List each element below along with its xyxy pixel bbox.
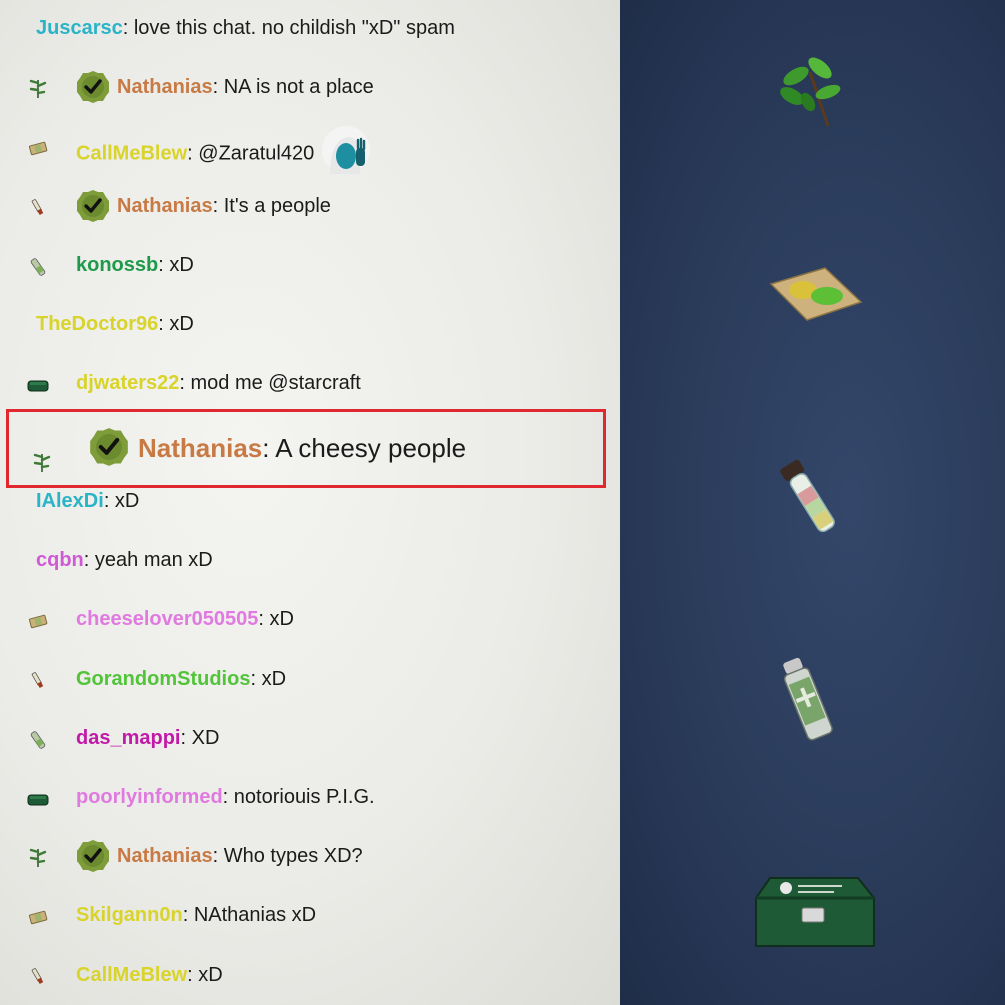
- chat-text: : It's a people: [212, 194, 331, 217]
- chat-username[interactable]: konossb: [76, 254, 158, 276]
- chat-text: : xD: [158, 253, 194, 276]
- chat-message: cheeselover050505: xD: [0, 599, 620, 639]
- syringe-icon: [26, 194, 50, 218]
- chat-username[interactable]: Nathanias: [117, 195, 213, 217]
- vial-icon: [26, 253, 50, 277]
- chat-message: Juscarsc: love this chat. no childish "x…: [0, 8, 620, 48]
- medkit-icon: [26, 371, 50, 395]
- chat-username[interactable]: cqbn: [36, 549, 84, 571]
- chat-panel: Juscarsc: love this chat. no childish "x…: [0, 0, 620, 1005]
- chat-text: : xD: [258, 608, 294, 631]
- vial-icon: [26, 726, 50, 750]
- chat-text: : love this chat. no childish "xD" spam: [122, 17, 455, 39]
- chat-message: das_mappi: XD: [0, 718, 620, 758]
- chat-message: CallMeBlew: @Zaratul420: [0, 126, 620, 175]
- chat-message: poorlyinformed: notoriouis P.I.G.: [0, 777, 620, 817]
- chat-username[interactable]: Nathanias: [117, 845, 213, 867]
- chat-text: : notoriouis P.I.G.: [222, 786, 375, 808]
- bandage-icon: [26, 134, 50, 158]
- chat-username[interactable]: CallMeBlew: [76, 964, 187, 986]
- verified-badge-icon: [89, 427, 129, 467]
- chat-message: Nathanias: NA is not a place: [0, 67, 620, 107]
- bandage-icon: [26, 903, 50, 927]
- herb-icon: [26, 844, 50, 868]
- chat-username[interactable]: djwaters22: [76, 372, 179, 394]
- herb-item[interactable]: [770, 52, 850, 132]
- medkit-item[interactable]: [750, 868, 880, 958]
- chat-text: : NAthanias xD: [182, 904, 317, 927]
- bandage-item[interactable]: [765, 262, 865, 326]
- chat-text: : xD: [250, 667, 287, 690]
- chat-message: CallMeBlew: xD: [0, 955, 620, 995]
- herb-icon: [26, 75, 50, 99]
- chat-message: cqbn: yeah man xD: [0, 540, 620, 580]
- chat-text: : A cheesy people: [262, 433, 467, 463]
- chat-text: : yeah man xD: [83, 549, 213, 572]
- syringe-icon: [26, 667, 50, 691]
- chat-username[interactable]: cheeselover050505: [76, 608, 258, 630]
- chat-text: : @Zaratul420: [187, 142, 315, 165]
- chat-message: konossb: xD: [0, 245, 620, 285]
- verified-badge-icon: [76, 839, 110, 873]
- spray-item[interactable]: [770, 650, 850, 750]
- chat-username[interactable]: GorandomStudios: [76, 668, 250, 690]
- chat-message-highlighted: Nathanias: A cheesy people: [0, 418, 620, 478]
- chat-message: Nathanias: Who types XD?: [0, 836, 620, 876]
- vial-item[interactable]: [770, 452, 850, 542]
- medkit-icon: [26, 785, 50, 809]
- chat-username[interactable]: Nathanias: [117, 76, 213, 98]
- chat-username[interactable]: TheDoctor96: [36, 313, 158, 335]
- facepalm-emote: [320, 124, 376, 180]
- chat-message: Skilgann0n: NAthanias xD: [0, 895, 620, 935]
- verified-badge-icon: [76, 189, 110, 223]
- chat-text: : xD: [187, 963, 223, 986]
- chat-username[interactable]: Juscarsc: [36, 17, 123, 39]
- chat-username[interactable]: CallMeBlew: [76, 143, 187, 165]
- chat-text: : mod me @starcraft: [179, 372, 361, 395]
- chat-username[interactable]: IAlexDi: [36, 490, 104, 512]
- chat-username[interactable]: Skilgann0n: [76, 904, 183, 926]
- chat-message: TheDoctor96: xD: [0, 304, 620, 344]
- chat-message: Nathanias: It's a people: [0, 186, 620, 226]
- chat-message: IAlexDi: xD: [0, 481, 620, 521]
- bandage-icon: [26, 607, 50, 631]
- chat-text: : NA is not a place: [212, 76, 374, 99]
- chat-username[interactable]: Nathanias: [138, 433, 262, 463]
- chat-text: : XD: [180, 726, 220, 749]
- chat-username[interactable]: poorlyinformed: [76, 786, 223, 808]
- syringe-icon: [26, 963, 50, 987]
- chat-message: djwaters22: mod me @starcraft: [0, 363, 620, 403]
- chat-text: : xD: [103, 490, 140, 512]
- chat-text: : xD: [158, 313, 194, 335]
- inventory-panel: [620, 0, 1005, 1005]
- chat-text: : Who types XD?: [212, 845, 363, 868]
- verified-badge-icon: [76, 70, 110, 104]
- chat-message: GorandomStudios: xD: [0, 659, 620, 699]
- herb-icon: [30, 436, 54, 472]
- chat-username[interactable]: das_mappi: [76, 727, 180, 749]
